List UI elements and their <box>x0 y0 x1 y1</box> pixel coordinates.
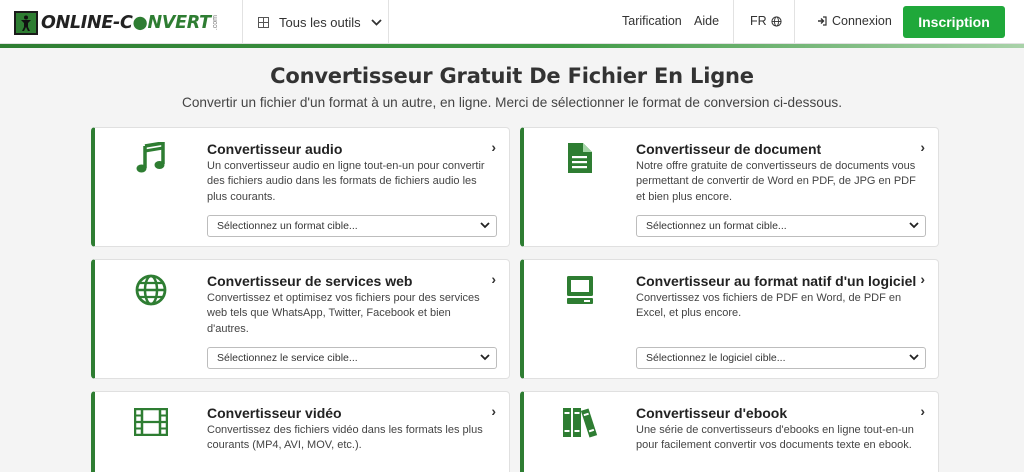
language-label: FR <box>750 14 767 28</box>
film-icon <box>133 404 169 440</box>
chevron-down-icon <box>480 354 490 361</box>
card-title: Convertisseur de services web <box>207 273 413 289</box>
select-value: Sélectionnez le service cible... <box>217 352 358 364</box>
logo-text: ONLINE-C●NVERT <box>41 12 211 33</box>
chevron-right-icon: › <box>920 403 925 419</box>
card-description: Notre offre gratuite de convertisseurs d… <box>636 160 916 203</box>
books-icon <box>562 404 598 440</box>
card-ebook-converter[interactable]: Convertisseur d'ebook Une série de conve… <box>520 391 939 472</box>
select-value: Sélectionnez un format cible... <box>217 220 358 232</box>
webservice-target-select[interactable]: Sélectionnez le service cible... <box>207 347 497 369</box>
card-video-converter[interactable]: Convertisseur vidéo Convertissez des fic… <box>91 391 510 472</box>
login-link[interactable]: Connexion <box>817 14 892 28</box>
music-note-icon <box>133 140 169 176</box>
header-divider <box>794 0 795 44</box>
card-description: Convertissez et optimisez vos fichiers p… <box>207 292 480 335</box>
card-title: Convertisseur vidéo <box>207 405 342 421</box>
site-logo[interactable]: ONLINE-C●NVERT .com <box>14 9 219 36</box>
chevron-down-icon <box>371 18 382 26</box>
header-divider <box>733 0 734 44</box>
card-title: Convertisseur de document <box>636 141 822 157</box>
card-document-converter[interactable]: Convertisseur de document Notre offre gr… <box>520 127 939 247</box>
select-value: Sélectionnez un format cible... <box>646 220 787 232</box>
login-label: Connexion <box>832 14 892 28</box>
header-divider <box>242 0 243 44</box>
logo-mark-icon <box>14 10 38 35</box>
signup-button[interactable]: Inscription <box>903 6 1005 38</box>
chevron-right-icon: › <box>920 271 925 287</box>
card-software-converter[interactable]: Convertisseur au format natif d'un logic… <box>520 259 939 379</box>
header-accent-bar <box>0 44 1024 48</box>
chevron-right-icon: › <box>491 271 496 287</box>
header-divider <box>388 0 389 44</box>
help-link[interactable]: Aide <box>694 14 719 28</box>
chevron-right-icon: › <box>920 139 925 155</box>
card-title: Convertisseur au format natif d'un logic… <box>636 273 917 289</box>
document-icon <box>562 140 598 176</box>
card-title: Convertisseur d'ebook <box>636 405 788 421</box>
monitor-icon <box>562 272 598 308</box>
card-webservice-converter[interactable]: Convertisseur de services web Convertiss… <box>91 259 510 379</box>
chevron-down-icon <box>909 222 919 229</box>
card-description: Un convertisseur audio en ligne tout-en-… <box>207 160 485 203</box>
card-description: Convertissez vos fichiers de PDF en Word… <box>636 292 902 320</box>
language-selector[interactable]: FR <box>750 14 782 28</box>
grid-icon <box>258 16 269 28</box>
card-title: Convertisseur audio <box>207 141 343 157</box>
document-format-select[interactable]: Sélectionnez un format cible... <box>636 215 926 237</box>
chevron-down-icon <box>909 354 919 361</box>
page-title: Convertisseur Gratuit De Fichier En Lign… <box>270 64 754 88</box>
card-description: Convertissez des fichiers vidéo dans les… <box>207 424 483 452</box>
chevron-right-icon: › <box>491 139 496 155</box>
top-header: ONLINE-C●NVERT .com Tous les outils Tari… <box>0 0 1024 44</box>
all-tools-dropdown[interactable]: Tous les outils <box>258 0 382 44</box>
globe-icon <box>771 15 782 27</box>
software-target-select[interactable]: Sélectionnez le logiciel cible... <box>636 347 926 369</box>
all-tools-label: Tous les outils <box>279 14 361 30</box>
select-value: Sélectionnez le logiciel cible... <box>646 352 786 364</box>
card-description: Une série de convertisseurs d'ebooks en … <box>636 424 914 452</box>
chevron-down-icon <box>480 222 490 229</box>
audio-format-select[interactable]: Sélectionnez un format cible... <box>207 215 497 237</box>
page-subtitle: Convertir un fichier d'un format à un au… <box>182 95 842 110</box>
pricing-link[interactable]: Tarification <box>622 14 682 28</box>
card-audio-converter[interactable]: Convertisseur audio Un convertisseur aud… <box>91 127 510 247</box>
sign-in-icon <box>818 16 827 26</box>
chevron-right-icon: › <box>491 403 496 419</box>
logo-com: .com <box>211 14 219 31</box>
globe-icon <box>133 272 169 308</box>
